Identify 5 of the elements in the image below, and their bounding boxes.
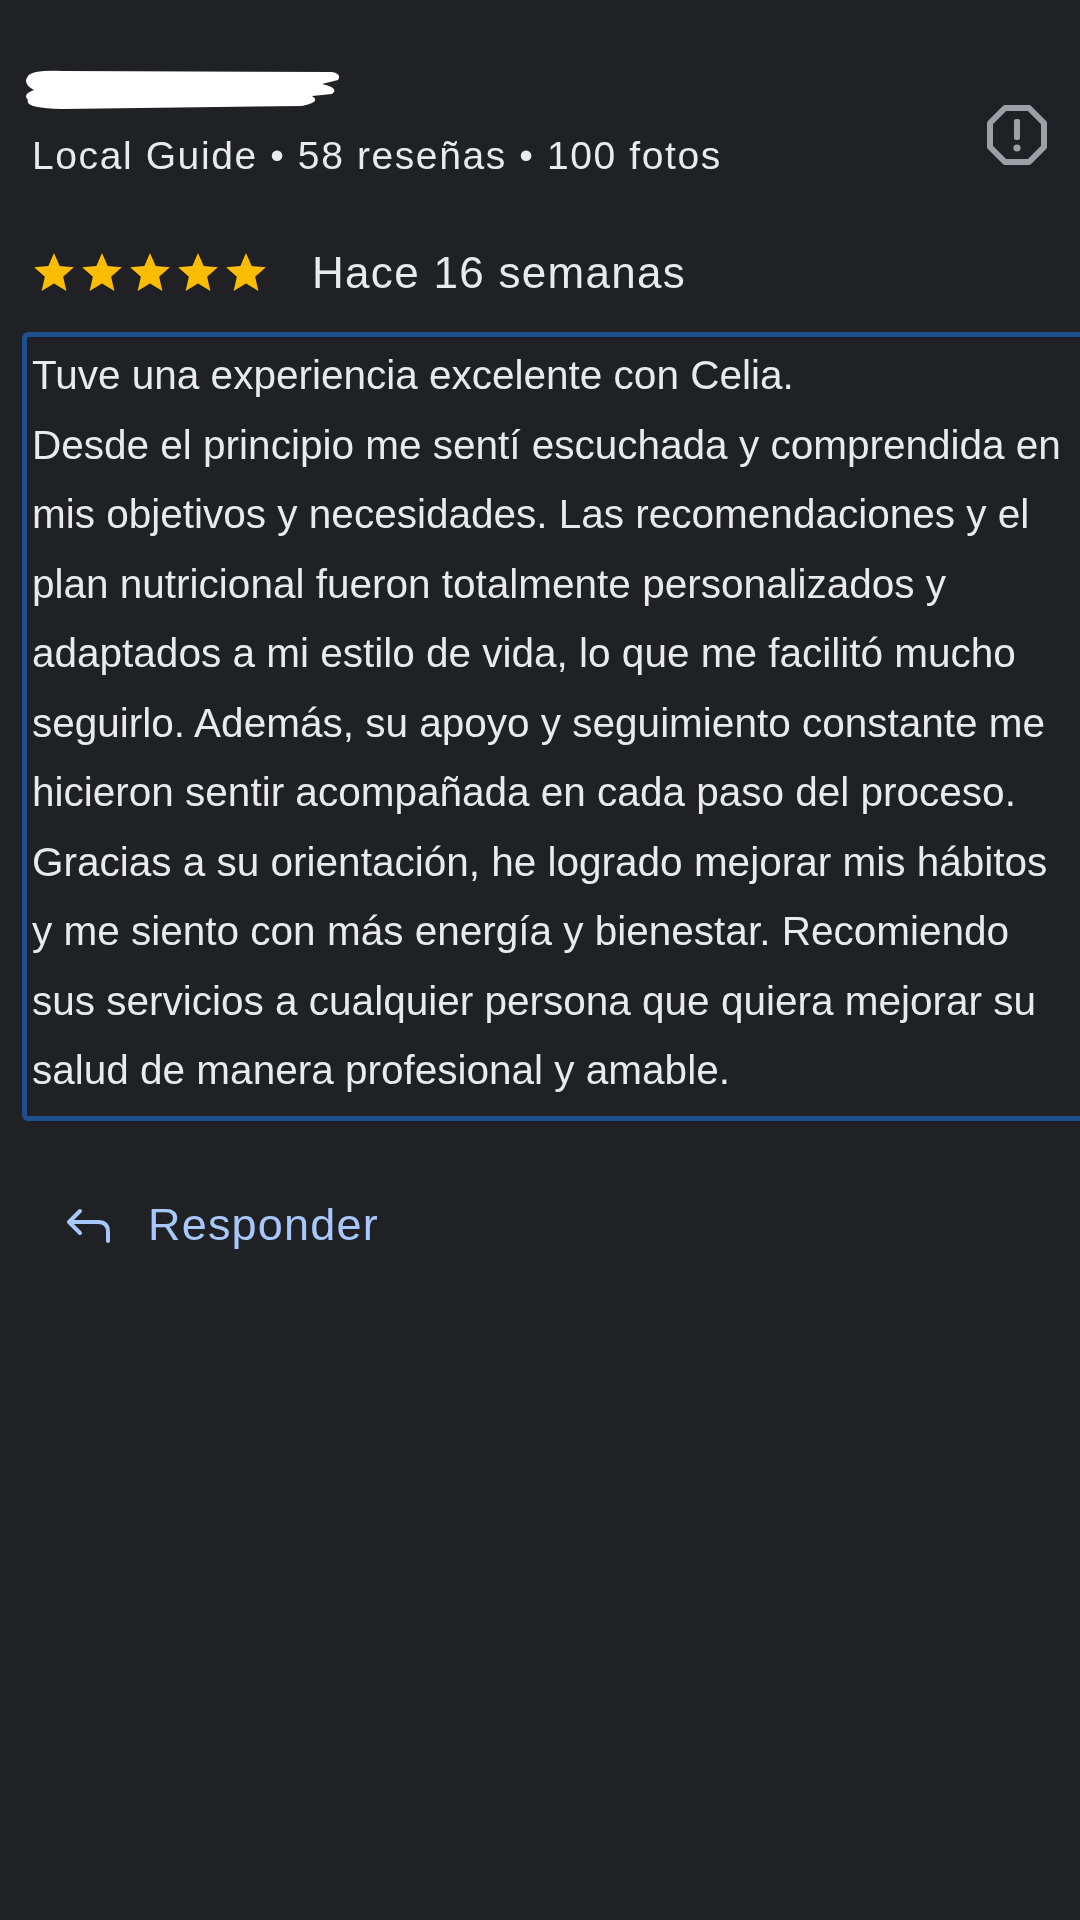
reply-button[interactable]: Responder (64, 1198, 379, 1251)
reviewer-meta: Local Guide • 58 reseñas • 100 fotos (31, 134, 722, 178)
report-icon[interactable] (986, 104, 1048, 166)
review-text: Tuve una experiencia excelente con Celia. Desde el principio me sentí escuchada y comprendida en mis objetivos y necesidades. Las recomendaciones y el plan nutricional fueron totalmente personalizados y adaptados a mi estilo de vida, lo que me facilitó mucho seguirlo. Además, su apoyo y seguimiento constante me hicieron sentir acompañada en cada paso del proceso. Gracias a su orientación, he logrado mejorar mis hábitos y me siento con más energía y bienestar. Recomiendo sus servicios a cualquier persona que quiera mejorar su salud de manera profesional y amable. (22, 332, 1080, 1121)
review-date: Hace 16 semanas (312, 248, 687, 298)
